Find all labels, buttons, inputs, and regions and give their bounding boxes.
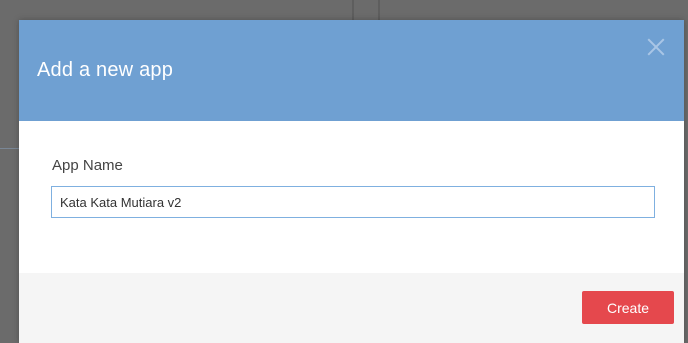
dialog-header: Add a new app: [19, 20, 684, 121]
background-divider: [378, 0, 380, 20]
dialog-title: Add a new app: [37, 59, 174, 81]
background-divider: [0, 148, 19, 149]
app-name-label: App Name: [52, 157, 123, 174]
close-icon[interactable]: [645, 36, 667, 58]
dialog-body: App Name: [19, 121, 684, 273]
add-app-dialog: Add a new app App Name Create: [19, 20, 684, 343]
dialog-footer: Create: [19, 273, 684, 343]
background-divider: [352, 0, 354, 20]
app-name-input[interactable]: [51, 186, 655, 218]
create-button[interactable]: Create: [582, 291, 674, 324]
